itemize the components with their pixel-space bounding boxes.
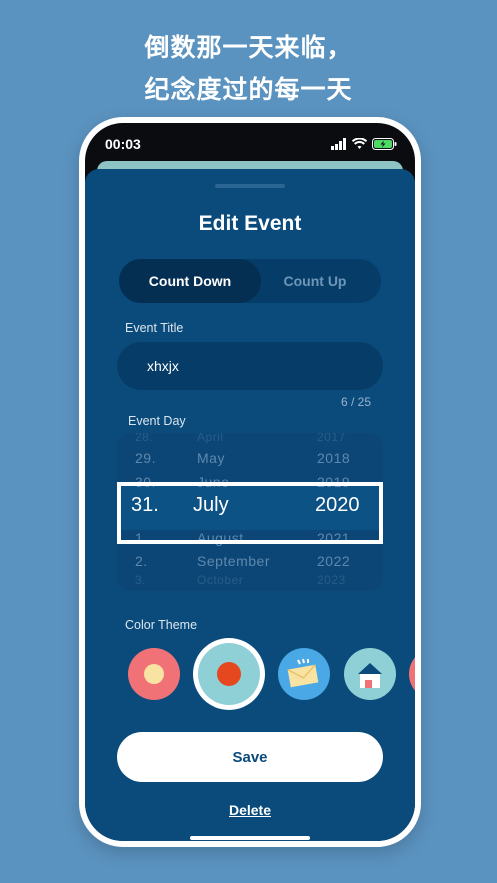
picker-month: April [197, 433, 224, 444]
color-swatch-mint[interactable] [344, 648, 396, 700]
sheet-grabber[interactable] [215, 184, 285, 188]
page-title: Edit Event [198, 212, 302, 235]
save-button[interactable]: Save [117, 732, 383, 782]
status-time: 00:03 [105, 136, 141, 152]
picker-year: 2018 [317, 450, 351, 466]
count-mode-segmented-control: Count Down Count Up [119, 259, 381, 303]
color-swatch-coral-2[interactable] [409, 648, 415, 700]
battery-charging-icon [372, 138, 397, 150]
picker-day: 29. [135, 450, 156, 466]
swatch-dot [144, 664, 164, 684]
color-swatch-sky[interactable] [278, 648, 330, 700]
picker-day: 2. [135, 553, 148, 569]
delete-link[interactable]: Delete [85, 802, 415, 818]
status-icons [331, 136, 397, 152]
home-indicator [190, 836, 310, 840]
event-day-label: Event Day [128, 414, 186, 428]
picker-month: October [197, 573, 244, 587]
tab-count-down[interactable]: Count Down [119, 259, 261, 303]
picker-selection-frame [117, 482, 383, 544]
title-char-counter: 6 / 25 [340, 395, 371, 409]
swatch-dot [217, 662, 241, 686]
color-theme-label: Color Theme [125, 618, 198, 632]
event-title-label: Event Title [125, 321, 184, 335]
wifi-icon [352, 138, 367, 149]
picker-row[interactable]: 29. May 2018 [117, 450, 383, 474]
picker-row[interactable]: 3. October 2023 [117, 573, 383, 591]
picker-year: 2017 [317, 433, 346, 444]
event-title-field[interactable]: xhxjx [117, 342, 383, 390]
tab-count-up[interactable]: Count Up [249, 259, 381, 303]
picker-month: May [197, 450, 225, 466]
swatch-fill [198, 643, 260, 705]
picker-year: 2022 [317, 553, 351, 569]
picker-day: 3. [135, 573, 147, 587]
house-icon [358, 663, 382, 688]
picker-year: 2023 [317, 573, 346, 587]
event-title-value[interactable]: xhxjx [147, 358, 179, 374]
picker-day: 28. [135, 433, 154, 444]
signal-icon [331, 138, 346, 150]
color-swatch-coral[interactable] [128, 648, 180, 700]
promo-line-1: 倒数那一天来临， [144, 33, 353, 62]
promo-line-2: 纪念度过的每一天 [144, 75, 353, 104]
picker-month: September [197, 553, 270, 569]
envelope-icon [287, 658, 319, 688]
color-swatch-teal-selected[interactable] [193, 638, 265, 710]
